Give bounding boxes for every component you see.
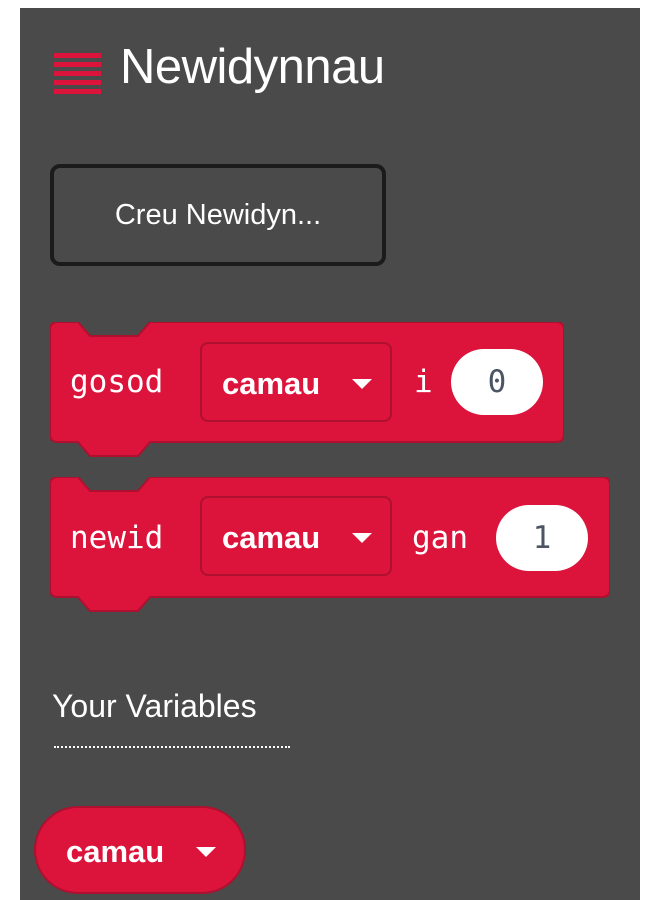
change-keyword: newid <box>70 520 164 556</box>
change-variable-name: camau <box>222 520 321 555</box>
create-variable-button[interactable]: Creu Newidyn... <box>50 164 386 266</box>
set-variable-dropdown[interactable]: camau <box>200 342 392 422</box>
set-connector: i <box>414 364 433 400</box>
section-divider <box>54 746 290 748</box>
change-variable-dropdown[interactable]: camau <box>200 496 392 576</box>
set-value-input[interactable]: 0 <box>451 349 543 415</box>
dropdown-caret-icon <box>352 533 372 543</box>
your-variables-heading: Your Variables <box>52 688 257 724</box>
dropdown-caret-icon <box>196 847 216 857</box>
set-keyword: gosod <box>70 364 164 400</box>
flyout-title: Newidynnau <box>120 40 385 94</box>
variable-reporter-camau[interactable]: camau <box>34 806 246 894</box>
set-variable-name: camau <box>222 366 321 401</box>
change-value-input[interactable]: 1 <box>496 505 588 571</box>
variable-reporter-name: camau <box>66 834 165 869</box>
dropdown-caret-icon <box>352 379 372 389</box>
change-connector: gan <box>412 520 468 556</box>
hamburger-icon <box>54 53 101 96</box>
